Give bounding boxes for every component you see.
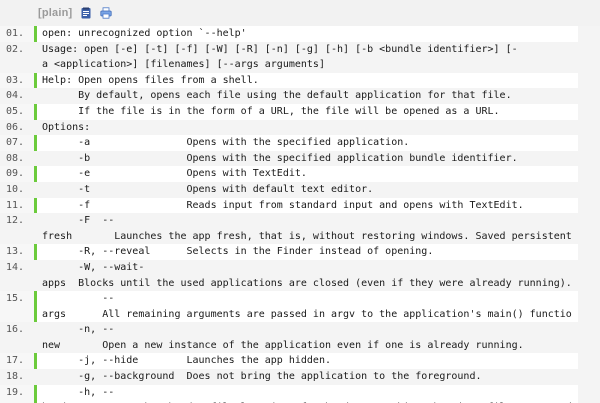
code-line: 12. -F -- fresh Launches the app fresh, t… [0, 213, 600, 245]
line-number: 15. [6, 293, 25, 305]
code-line: 13. -R, --reveal Selects in the Finder i… [0, 244, 600, 260]
code-text: Usage: open [-e] [-t] [-f] [-W] [-R] [-n… [42, 43, 518, 55]
line-number: 13. [6, 246, 25, 258]
line-number: 01. [6, 28, 25, 39]
code-toolbar: [plain] [0, 0, 600, 26]
code-lines: 01. open: unrecognized option `--help' 02.… [0, 26, 600, 403]
line-number: 06. [6, 119, 32, 136]
line-number: 12. [6, 213, 32, 229]
view-plain-link[interactable]: [plain] [38, 7, 72, 19]
line-number: 03. [6, 74, 25, 86]
code-text: -W, --wait- [42, 261, 145, 273]
code-line: 14. -W, --wait-apps Blocks until the use… [0, 259, 600, 292]
code-line: 10. -t Opens with default text editor. [0, 181, 600, 198]
code-text: -j, --hide Launches the app hidden. [42, 355, 331, 367]
code-text: fresh Launches the app fresh, that is, w… [42, 230, 578, 242]
line-number: 11. [6, 199, 25, 211]
code-text: -n, -- [42, 324, 115, 336]
code-line: 19. -h, --header Searches header file lo… [0, 385, 600, 403]
line-number: 17. [6, 355, 25, 367]
line-number: 04. [6, 88, 32, 104]
code-line: 15. -- args All remaining arguments are p… [0, 291, 600, 322]
code-viewer: [plain] 01. open: unrecognized option `-… [0, 0, 600, 403]
code-text: -b Opens with the specified application … [42, 152, 518, 164]
code-text: args All remaining arguments are passed … [42, 308, 572, 320]
code-text: -a Opens with the specified application. [42, 137, 410, 149]
code-text: -f Reads input from standard input and o… [42, 199, 524, 211]
line-number: 19. [6, 386, 25, 398]
code-line: 04. By default, opens each file using th… [0, 88, 600, 104]
code-line: 03. Help: Open opens files from a shell. [0, 73, 600, 89]
code-text: -h, -- [42, 386, 115, 398]
line-number: 08. [6, 150, 32, 167]
code-text: apps Blocks until the used applications … [42, 277, 572, 289]
code-line: 08. -b Opens with the specified applicat… [0, 150, 600, 167]
code-line: 06. Options: [0, 119, 600, 136]
code-line: 02. Usage: open [-e] [-t] [-f] [-W] [-R] … [0, 41, 600, 73]
line-number: 14. [6, 259, 32, 276]
code-text: -R, --reveal Selects in the Finder inste… [42, 246, 434, 258]
code-line: 05. If the file is in the form of a URL,… [0, 104, 600, 120]
code-text: -F -- [42, 215, 115, 227]
code-text: -g, --background Does not bring the appl… [42, 371, 482, 383]
line-number: 16. [6, 322, 32, 338]
code-text: -e Opens with TextEdit. [42, 168, 307, 180]
printer-icon[interactable] [100, 7, 113, 19]
code-line: 18. -g, --background Does not bring the … [0, 369, 600, 385]
toolbar-actions: [plain] [38, 0, 113, 26]
line-number: 09. [6, 168, 25, 180]
code-text: -- [42, 293, 115, 305]
code-line: 17. -j, --hide Launches the app hidden. [0, 353, 600, 369]
code-text: new Open a new instance of the applicati… [42, 339, 524, 351]
code-line: 07. -a Opens with the specified applicat… [0, 135, 600, 151]
code-line: 16. -n, -- new Open a new instance of the… [0, 322, 600, 354]
code-text: open: unrecognized option `--help' [42, 28, 247, 39]
clipboard-icon[interactable] [80, 7, 92, 19]
line-number: 07. [6, 137, 25, 149]
code-text: Options: [42, 121, 91, 133]
line-number: 02. [6, 41, 32, 58]
code-line: 09. -e Opens with TextEdit. [0, 166, 600, 182]
code-text: a <application>] [filenames] [--args arg… [42, 59, 325, 71]
line-number: 18. [6, 369, 32, 385]
code-text: Help: Open opens files from a shell. [42, 74, 259, 86]
code-line: 01. open: unrecognized option `--help' [0, 26, 600, 42]
code-text: By default, opens each file using the de… [42, 90, 512, 102]
code-text: If the file is in the form of a URL, the… [42, 105, 500, 117]
line-number: 10. [6, 181, 32, 198]
line-number: 05. [6, 105, 25, 117]
code-text: -t Opens with default text editor. [42, 183, 374, 195]
code-line: 11. -f Reads input from standard input a… [0, 198, 600, 214]
